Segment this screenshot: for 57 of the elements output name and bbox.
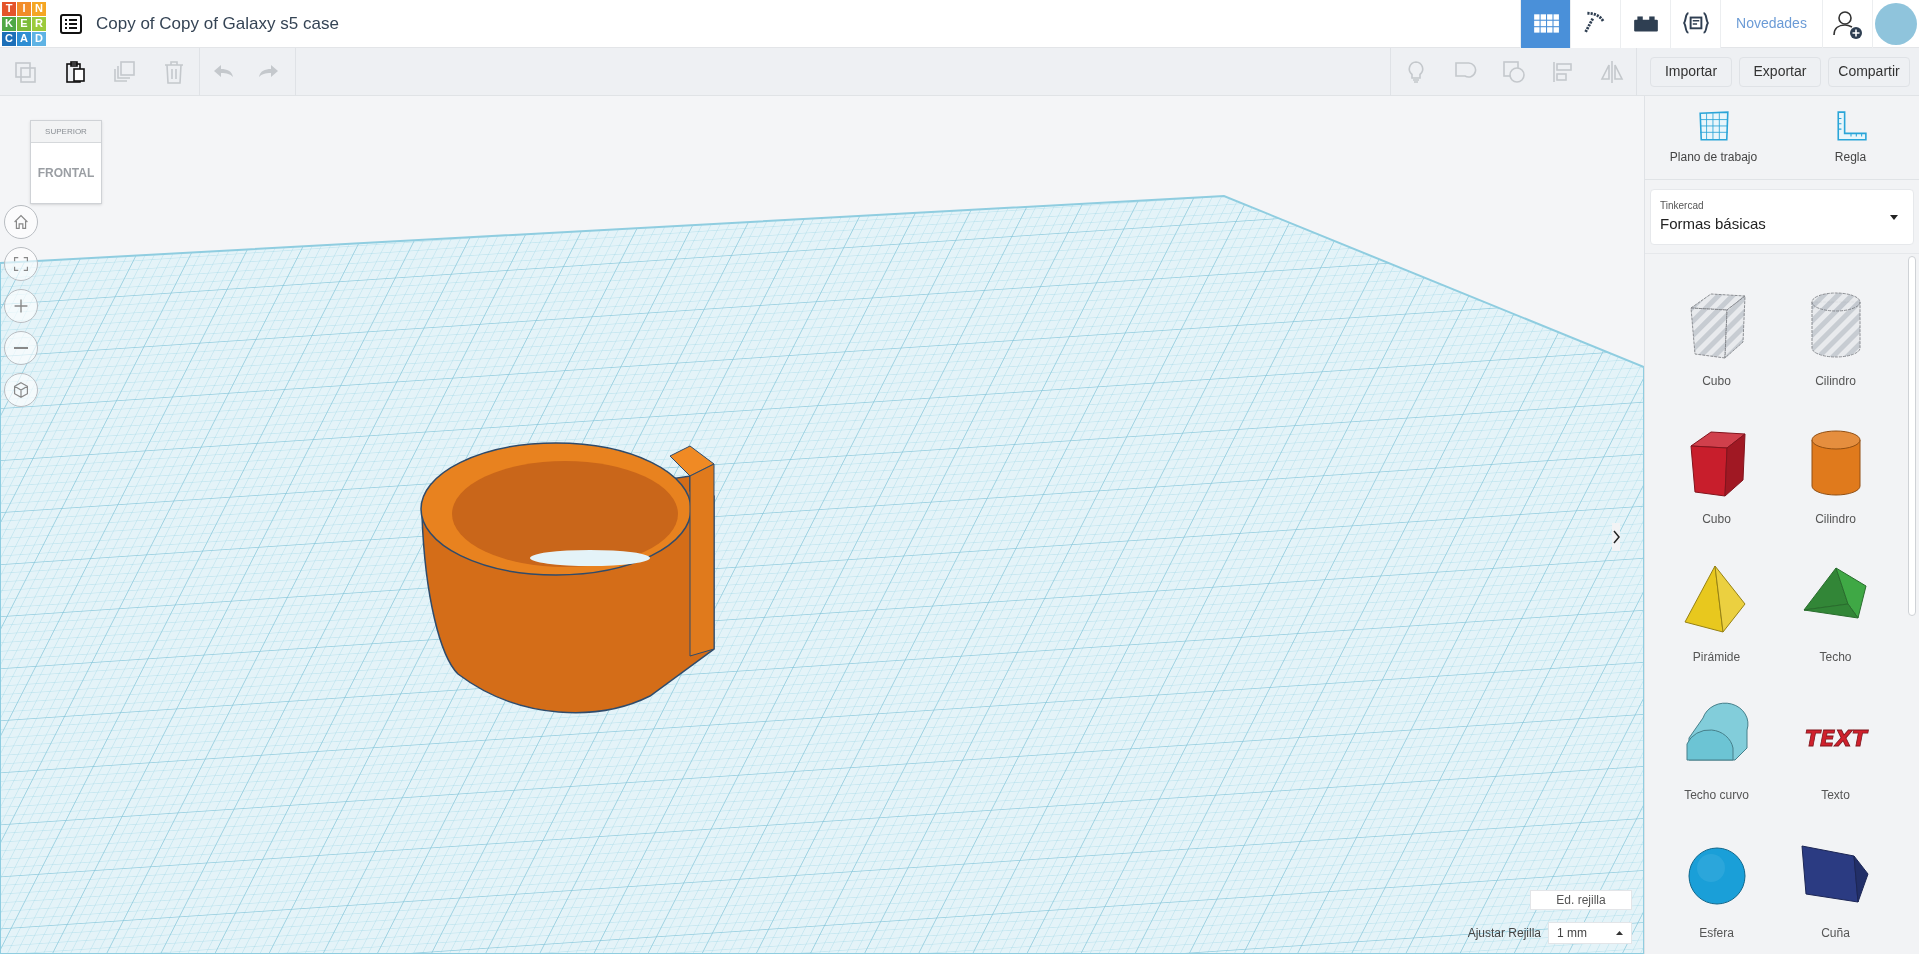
home-button[interactable] bbox=[4, 205, 38, 239]
logo-tile: R bbox=[32, 16, 46, 31]
logo[interactable]: T I N K E R C A D bbox=[2, 1, 46, 46]
shape-label: Cubo bbox=[1702, 373, 1731, 390]
library-value: Formas básicas bbox=[1660, 214, 1767, 235]
shape-label: Cubo bbox=[1702, 511, 1731, 528]
code-blocks-tab[interactable] bbox=[1670, 0, 1720, 48]
logo-tile: E bbox=[17, 16, 31, 31]
user-avatar[interactable] bbox=[1875, 2, 1917, 45]
library-dropdown[interactable]: Tinkercad Formas básicas bbox=[1650, 189, 1914, 245]
mirror-icon bbox=[1599, 59, 1624, 84]
workplane-grid-icon bbox=[1696, 109, 1731, 144]
brick-tab[interactable] bbox=[1620, 0, 1670, 48]
perspective-cube-button[interactable] bbox=[4, 373, 38, 407]
logo-tile: T bbox=[2, 1, 16, 16]
shape-label: Techo bbox=[1819, 649, 1852, 666]
align-icon bbox=[1550, 59, 1575, 84]
shape-label: Cilindro bbox=[1815, 373, 1856, 390]
design-list-icon[interactable] bbox=[60, 13, 82, 34]
zoom-in-button[interactable] bbox=[4, 289, 38, 323]
snap-grid-select[interactable]: 1 mm bbox=[1548, 922, 1632, 944]
text-shape-icon[interactable]: TEXT bbox=[1795, 698, 1876, 778]
grid-tab[interactable] bbox=[1520, 0, 1570, 48]
snap-grid-value: 1 mm bbox=[1557, 925, 1588, 942]
caret-up-icon bbox=[1616, 931, 1623, 935]
copy-icon bbox=[12, 59, 37, 84]
ruler-tool[interactable]: Regla bbox=[1782, 96, 1919, 179]
caret-down-icon bbox=[1890, 214, 1898, 220]
fit-view-button[interactable] bbox=[4, 247, 38, 281]
shape-label: Techo curvo bbox=[1684, 787, 1749, 804]
duplicate-icon bbox=[112, 59, 137, 84]
logo-tile: D bbox=[32, 31, 46, 46]
shape-label: Esfera bbox=[1699, 925, 1734, 942]
scrollbar[interactable] bbox=[1908, 256, 1916, 616]
shape-label: Cilindro bbox=[1815, 511, 1856, 528]
logo-tile: N bbox=[32, 1, 46, 16]
toolbar-button[interactable]: Compartir bbox=[1828, 56, 1910, 87]
logo-tile: C bbox=[2, 31, 16, 46]
design-title[interactable]: Copy of Copy of Galaxy s5 case bbox=[96, 10, 339, 37]
zoom-out-button[interactable] bbox=[4, 331, 38, 365]
toolbar-button[interactable]: Importar bbox=[1650, 56, 1732, 87]
3d-workspace[interactable]: SUPERIOR FRONTAL Ed. rejilla Ajustar Rejilla 1 mm bbox=[0, 96, 1644, 954]
snap-grid-label: Ajustar Rejilla bbox=[1467, 925, 1541, 942]
logo-tile: I bbox=[17, 1, 31, 16]
library-caption: Tinkercad bbox=[1660, 199, 1705, 214]
shape-label: Pirámide bbox=[1692, 649, 1741, 666]
shape-label: Texto bbox=[1821, 787, 1850, 804]
union-shapes-icon bbox=[1501, 59, 1526, 84]
chevron-right-icon[interactable] bbox=[1612, 530, 1620, 544]
edit-grid-button[interactable]: Ed. rejilla bbox=[1530, 890, 1632, 910]
logo-tile: A bbox=[17, 31, 31, 46]
toolbar-button[interactable]: Exportar bbox=[1739, 56, 1821, 87]
logo-tile: K bbox=[2, 16, 16, 31]
ring-drawing[interactable] bbox=[420, 442, 715, 714]
workplane-grid-tool[interactable]: Plano de trabajo bbox=[1645, 96, 1782, 179]
shape-label: Cuña bbox=[1821, 925, 1850, 942]
pickaxe-tab[interactable] bbox=[1570, 0, 1620, 48]
